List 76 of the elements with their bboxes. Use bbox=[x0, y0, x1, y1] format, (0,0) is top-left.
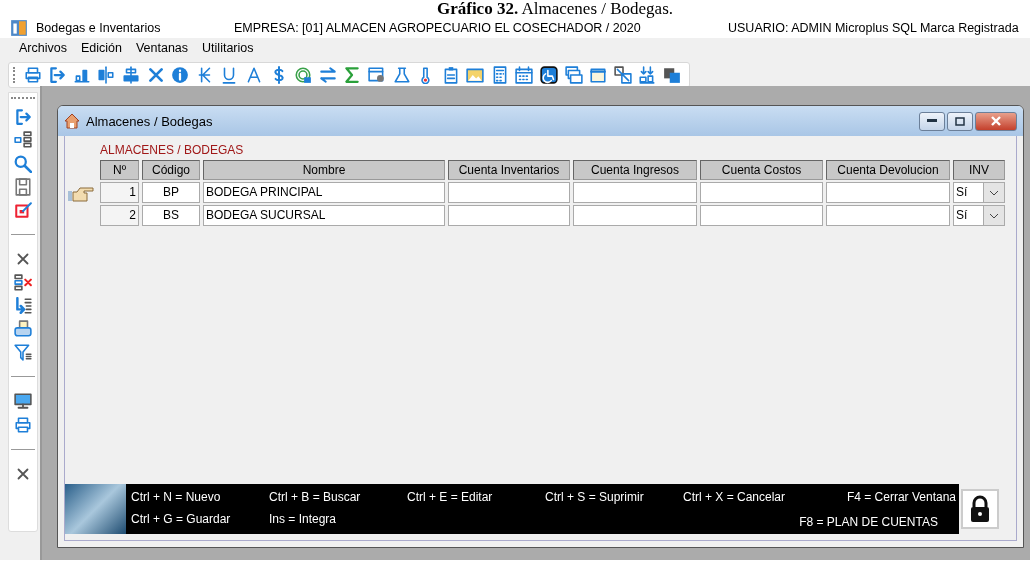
close-button[interactable] bbox=[975, 111, 1017, 131]
swap-icon[interactable] bbox=[318, 66, 337, 84]
menu-item[interactable]: Edición bbox=[73, 38, 129, 58]
lock-button[interactable] bbox=[961, 489, 999, 529]
cascade-windows-icon[interactable] bbox=[564, 66, 583, 84]
image-icon[interactable] bbox=[466, 66, 485, 84]
photo-placeholder bbox=[65, 484, 126, 534]
window-icon[interactable] bbox=[589, 66, 608, 84]
minimize-button[interactable] bbox=[919, 111, 945, 131]
align-center-icon[interactable] bbox=[121, 66, 140, 84]
info-icon[interactable] bbox=[171, 66, 190, 84]
table-cell: BS bbox=[142, 205, 200, 226]
column-header: Cuenta Devolucion bbox=[826, 159, 950, 180]
window-title: Almacenes / Bodegas bbox=[86, 113, 213, 129]
inv-dropdown[interactable]: Sí bbox=[953, 205, 1005, 226]
save-icon[interactable] bbox=[14, 177, 32, 196]
maximize-icon bbox=[955, 116, 965, 126]
shortcut-hint: F8 = PLAN DE CUENTAS bbox=[799, 514, 939, 529]
maximize-button[interactable] bbox=[947, 111, 973, 131]
sort-icon[interactable] bbox=[638, 66, 657, 84]
user-label: USUARIO: ADMIN Microplus SQL Marca Registrada bbox=[728, 21, 1019, 35]
column-header: Nº bbox=[100, 159, 139, 180]
table-cell: BP bbox=[142, 182, 200, 203]
overlapping-squares-icon[interactable] bbox=[663, 66, 682, 84]
printer-icon[interactable] bbox=[14, 415, 32, 434]
align-icon[interactable] bbox=[97, 66, 116, 84]
section-label: ALMACENES / BODEGAS bbox=[99, 142, 245, 158]
shortcut-hint: Ctrl + B = Buscar bbox=[269, 490, 362, 504]
filter-icon[interactable] bbox=[14, 343, 32, 362]
company-label: EMPRESA: [01] ALMACEN AGROPECUARIO EL COSECHADOR / 2020 bbox=[234, 21, 642, 35]
accessibility-icon[interactable] bbox=[540, 66, 559, 84]
edit-icon[interactable] bbox=[14, 200, 32, 219]
sum-icon[interactable] bbox=[343, 66, 362, 84]
calendar-icon[interactable] bbox=[515, 66, 534, 84]
menu-item[interactable]: Ventanas bbox=[128, 38, 196, 58]
column-header: Cuenta Costos bbox=[700, 159, 823, 180]
inv-dropdown[interactable]: Sí bbox=[953, 182, 1005, 203]
shortcut-hint: Ctrl + X = Cancelar bbox=[683, 490, 787, 504]
shortcut-hint: Ctrl + G = Guardar bbox=[131, 512, 232, 526]
table-cell: 2 bbox=[100, 205, 139, 226]
import-list-icon[interactable] bbox=[14, 296, 32, 315]
printer-icon[interactable] bbox=[23, 66, 42, 84]
column-header: Nombre bbox=[203, 159, 445, 180]
search-icon[interactable] bbox=[14, 154, 32, 173]
delete-record-icon[interactable] bbox=[14, 273, 32, 292]
column-header: Cuenta Ingresos bbox=[573, 159, 697, 180]
shortcut-hint: Ctrl + N = Nuevo bbox=[131, 490, 222, 504]
shortcut-hint: Ctrl + S = Suprimir bbox=[545, 490, 645, 504]
close-icon bbox=[991, 116, 1001, 126]
shortcut-hint: Ins = Integra bbox=[269, 512, 338, 526]
exit-icon[interactable] bbox=[14, 108, 32, 127]
chevron-down-icon bbox=[989, 212, 999, 219]
column-header: INV bbox=[953, 159, 1005, 180]
shortcut-hint: F4 = Cerrar Ventana bbox=[846, 490, 956, 504]
exit-icon[interactable] bbox=[48, 66, 67, 84]
minimize-icon bbox=[927, 119, 937, 123]
menu-item[interactable]: Archivos bbox=[12, 38, 74, 58]
app-title: Bodegas e Inventarios bbox=[36, 21, 162, 35]
table-cell: BODEGA PRINCIPAL bbox=[203, 182, 445, 203]
app-logo-icon bbox=[10, 19, 28, 37]
monitor-icon[interactable] bbox=[14, 392, 32, 411]
lock-icon bbox=[969, 495, 991, 523]
column-header: Código bbox=[142, 159, 200, 180]
figure-caption: Gráfico 32. Almacenes / Bodegas. bbox=[435, 0, 675, 18]
document-printer-icon[interactable] bbox=[14, 319, 32, 338]
table-cell: 1 bbox=[100, 182, 139, 203]
window-settings-icon[interactable] bbox=[367, 66, 386, 84]
resize-icon[interactable] bbox=[613, 66, 632, 84]
chevron-down-icon bbox=[989, 189, 999, 196]
column-header: Cuenta Inventarios bbox=[448, 159, 570, 180]
menu-item[interactable]: Utilitarios bbox=[195, 38, 261, 58]
tree-icon[interactable] bbox=[14, 131, 32, 150]
home-icon bbox=[64, 113, 80, 129]
flask-icon[interactable] bbox=[392, 66, 411, 84]
shortcut-hint: Ctrl + E = Editar bbox=[407, 490, 494, 504]
table-cell: BODEGA SUCURSAL bbox=[203, 205, 445, 226]
